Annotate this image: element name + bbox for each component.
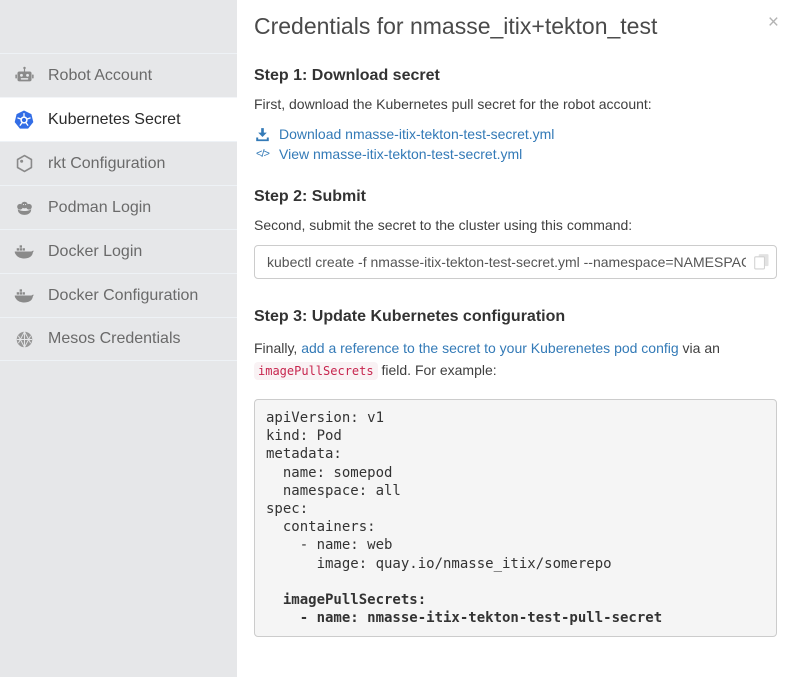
step3-text-prefix: Finally, [254,340,301,356]
docker-icon [14,286,34,306]
sidebar-item-rkt-configuration[interactable]: rkt Configuration [0,141,237,185]
sidebar-item-podman-login[interactable]: Podman Login [0,185,237,229]
step1-description: First, download the Kubernetes pull secr… [254,96,777,112]
view-secret-link[interactable]: View nmasse-itix-tekton-test-secret.yml [279,146,522,162]
download-icon [254,127,271,142]
copy-icon[interactable] [752,253,770,271]
close-icon[interactable]: × [768,13,779,32]
podman-icon [14,198,34,218]
secret-file-links: Download nmasse-itix-tekton-test-secret.… [254,124,777,164]
sidebar-item-label: Kubernetes Secret [48,111,181,129]
rkt-icon [14,154,34,174]
pod-config-link[interactable]: add a reference to the secret to your Ku… [301,340,678,356]
credential-type-list: Robot Account [0,53,237,361]
step1-heading: Step 1: Download secret [254,67,777,85]
kubectl-command-input[interactable] [254,245,777,279]
step3-section: Step 3: Update Kubernetes configuration … [254,308,777,637]
view-secret-row: </> View nmasse-itix-tekton-test-secret.… [254,144,777,164]
credentials-content: Credentials for nmasse_itix+tekton_test … [237,0,793,677]
sidebar-item-label: Mesos Credentials [48,330,181,348]
sidebar-item-docker-login[interactable]: Docker Login [0,229,237,273]
credentials-sidebar: Robot Account [0,0,237,677]
sidebar-item-label: Docker Login [48,243,142,261]
step2-heading: Step 2: Submit [254,188,777,206]
sidebar-item-label: Robot Account [48,67,152,85]
sidebar-item-label: Docker Configuration [48,287,198,305]
pod-yaml-imagepullsecrets: imagePullSecrets: - name: nmasse-itix-te… [266,592,662,626]
robot-icon [14,66,34,86]
modal-title: Credentials for nmasse_itix+tekton_test [254,12,777,40]
step3-text-middle: via an [679,340,720,356]
step3-heading: Step 3: Update Kubernetes configuration [254,308,777,326]
step3-text-suffix: field. For example: [378,362,497,378]
step2-section: Step 2: Submit Second, submit the secret… [254,188,777,279]
download-secret-link[interactable]: Download nmasse-itix-tekton-test-secret.… [279,126,554,142]
imagepullsecrets-chip: imagePullSecrets [254,362,378,380]
step3-description: Finally, add a reference to the secret t… [254,337,777,382]
sidebar-item-robot-account[interactable]: Robot Account [0,53,237,97]
step1-section: Step 1: Download secret First, download … [254,67,777,164]
code-icon: </> [254,148,271,160]
sidebar-item-mesos-credentials[interactable]: Mesos Credentials [0,317,237,361]
kubectl-command-box [254,245,777,279]
step2-description: Second, submit the secret to the cluster… [254,217,777,233]
sidebar-item-label: Podman Login [48,199,151,217]
sidebar-item-docker-configuration[interactable]: Docker Configuration [0,273,237,317]
download-secret-row: Download nmasse-itix-tekton-test-secret.… [254,124,777,144]
pod-yaml-plain: apiVersion: v1 kind: Pod metadata: name:… [266,410,612,572]
pod-yaml-code-block: apiVersion: v1 kind: Pod metadata: name:… [254,399,777,637]
mesos-icon [14,329,34,349]
sidebar-item-label: rkt Configuration [48,155,165,173]
docker-icon [14,242,34,262]
sidebar-item-kubernetes-secret[interactable]: Kubernetes Secret [0,97,237,141]
kubernetes-icon [14,110,34,130]
